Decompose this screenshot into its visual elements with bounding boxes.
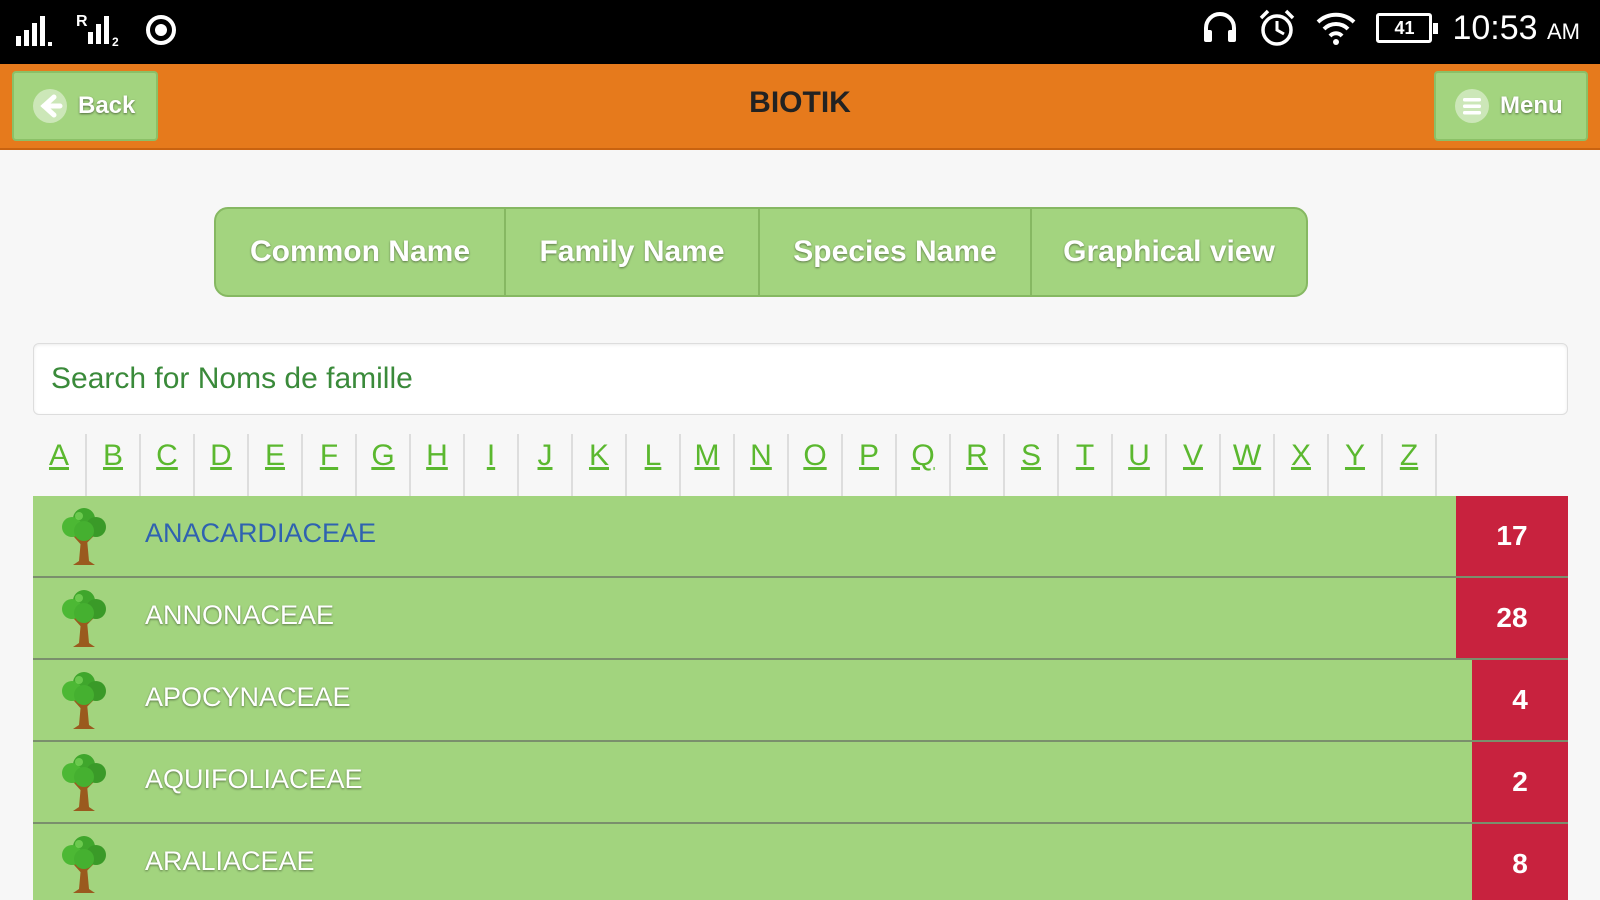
wifi-icon (1317, 12, 1356, 45)
letter-f[interactable]: F (303, 434, 357, 498)
family-name: APOCYNACEAE (145, 682, 351, 712)
tree-icon (62, 590, 106, 647)
family-name: ANACARDIACEAE (145, 518, 377, 548)
hamburger-icon (1455, 89, 1489, 123)
letter-a[interactable]: A (33, 434, 87, 498)
list-item[interactable]: APOCYNACEAE 4 (33, 660, 1568, 742)
menu-label: Menu (1500, 92, 1563, 119)
letter-w[interactable]: W (1221, 434, 1275, 498)
count-badge: 28 (1456, 578, 1568, 658)
app-screen: R 2 41 10:53 AM Back BIOTIK Menu Common … (0, 0, 1600, 900)
battery-icon: 41 (1376, 13, 1439, 43)
signal-roaming-icon: R 2 (76, 13, 119, 49)
letter-x[interactable]: X (1275, 434, 1329, 498)
letter-y[interactable]: Y (1329, 434, 1383, 498)
clock: 10:53 AM (1452, 9, 1580, 48)
list-item[interactable]: AQUIFOLIACEAE 2 (33, 742, 1568, 824)
family-list: ANACARDIACEAE 17 ANNONACEAE 28 APOCYNACE… (33, 496, 1568, 900)
letter-q[interactable]: Q (897, 434, 951, 498)
family-name: AQUIFOLIACEAE (145, 764, 363, 794)
app-header: Back BIOTIK Menu (0, 64, 1600, 150)
letter-p[interactable]: P (843, 434, 897, 498)
clock-ampm: AM (1547, 18, 1580, 44)
letter-u[interactable]: U (1113, 434, 1167, 498)
count-badge: 17 (1456, 496, 1568, 576)
list-item[interactable]: ANNONACEAE 28 (33, 578, 1568, 660)
tab-graphical-view[interactable]: Graphical view (1032, 209, 1306, 295)
letter-n[interactable]: N (735, 434, 789, 498)
count-badge: 8 (1472, 824, 1568, 900)
svg-text:2: 2 (112, 35, 119, 49)
letter-j[interactable]: J (519, 434, 573, 498)
letter-v[interactable]: V (1167, 434, 1221, 498)
tab-species-name[interactable]: Species Name (760, 209, 1032, 295)
family-name: ANNONACEAE (145, 600, 335, 630)
clock-time: 10:53 (1452, 8, 1538, 47)
count-badge: 2 (1472, 742, 1568, 822)
tab-family-name[interactable]: Family Name (506, 209, 760, 295)
letter-m[interactable]: M (681, 434, 735, 498)
letter-b[interactable]: B (87, 434, 141, 498)
headphones-icon (1204, 12, 1237, 42)
letter-t[interactable]: T (1059, 434, 1113, 498)
tree-icon (62, 836, 106, 893)
letter-z[interactable]: Z (1383, 434, 1437, 498)
count-badge: 4 (1472, 660, 1568, 740)
letter-s[interactable]: S (1005, 434, 1059, 498)
tree-icon (62, 672, 106, 729)
letter-r[interactable]: R (951, 434, 1005, 498)
tree-icon (62, 754, 106, 811)
sync-icon (146, 15, 176, 45)
view-tabs: Common Name Family Name Species Name Gra… (214, 207, 1308, 297)
status-bar: R 2 41 10:53 AM (0, 0, 1600, 64)
signal-icon (16, 16, 52, 46)
letter-k[interactable]: K (573, 434, 627, 498)
letter-i[interactable]: I (465, 434, 519, 498)
letter-g[interactable]: G (357, 434, 411, 498)
letter-o[interactable]: O (789, 434, 843, 498)
battery-level: 41 (1394, 17, 1415, 38)
list-item[interactable]: ANACARDIACEAE 17 (33, 496, 1568, 578)
letter-c[interactable]: C (141, 434, 195, 498)
family-name: ARALIACEAE (145, 846, 315, 876)
menu-button[interactable]: Menu (1434, 71, 1588, 141)
tab-common-name[interactable]: Common Name (216, 209, 506, 295)
letter-h[interactable]: H (411, 434, 465, 498)
letter-d[interactable]: D (195, 434, 249, 498)
tree-icon (62, 508, 106, 565)
list-item[interactable]: ARALIACEAE 8 (33, 824, 1568, 900)
search-input[interactable] (33, 343, 1568, 415)
letter-e[interactable]: E (249, 434, 303, 498)
page-title: BIOTIK (749, 86, 851, 119)
svg-text:R: R (76, 13, 88, 30)
alarm-icon (1260, 9, 1295, 46)
alphabet-index: A B C D E F G H I J K L M N O P Q R S T … (33, 434, 1437, 498)
letter-l[interactable]: L (627, 434, 681, 498)
